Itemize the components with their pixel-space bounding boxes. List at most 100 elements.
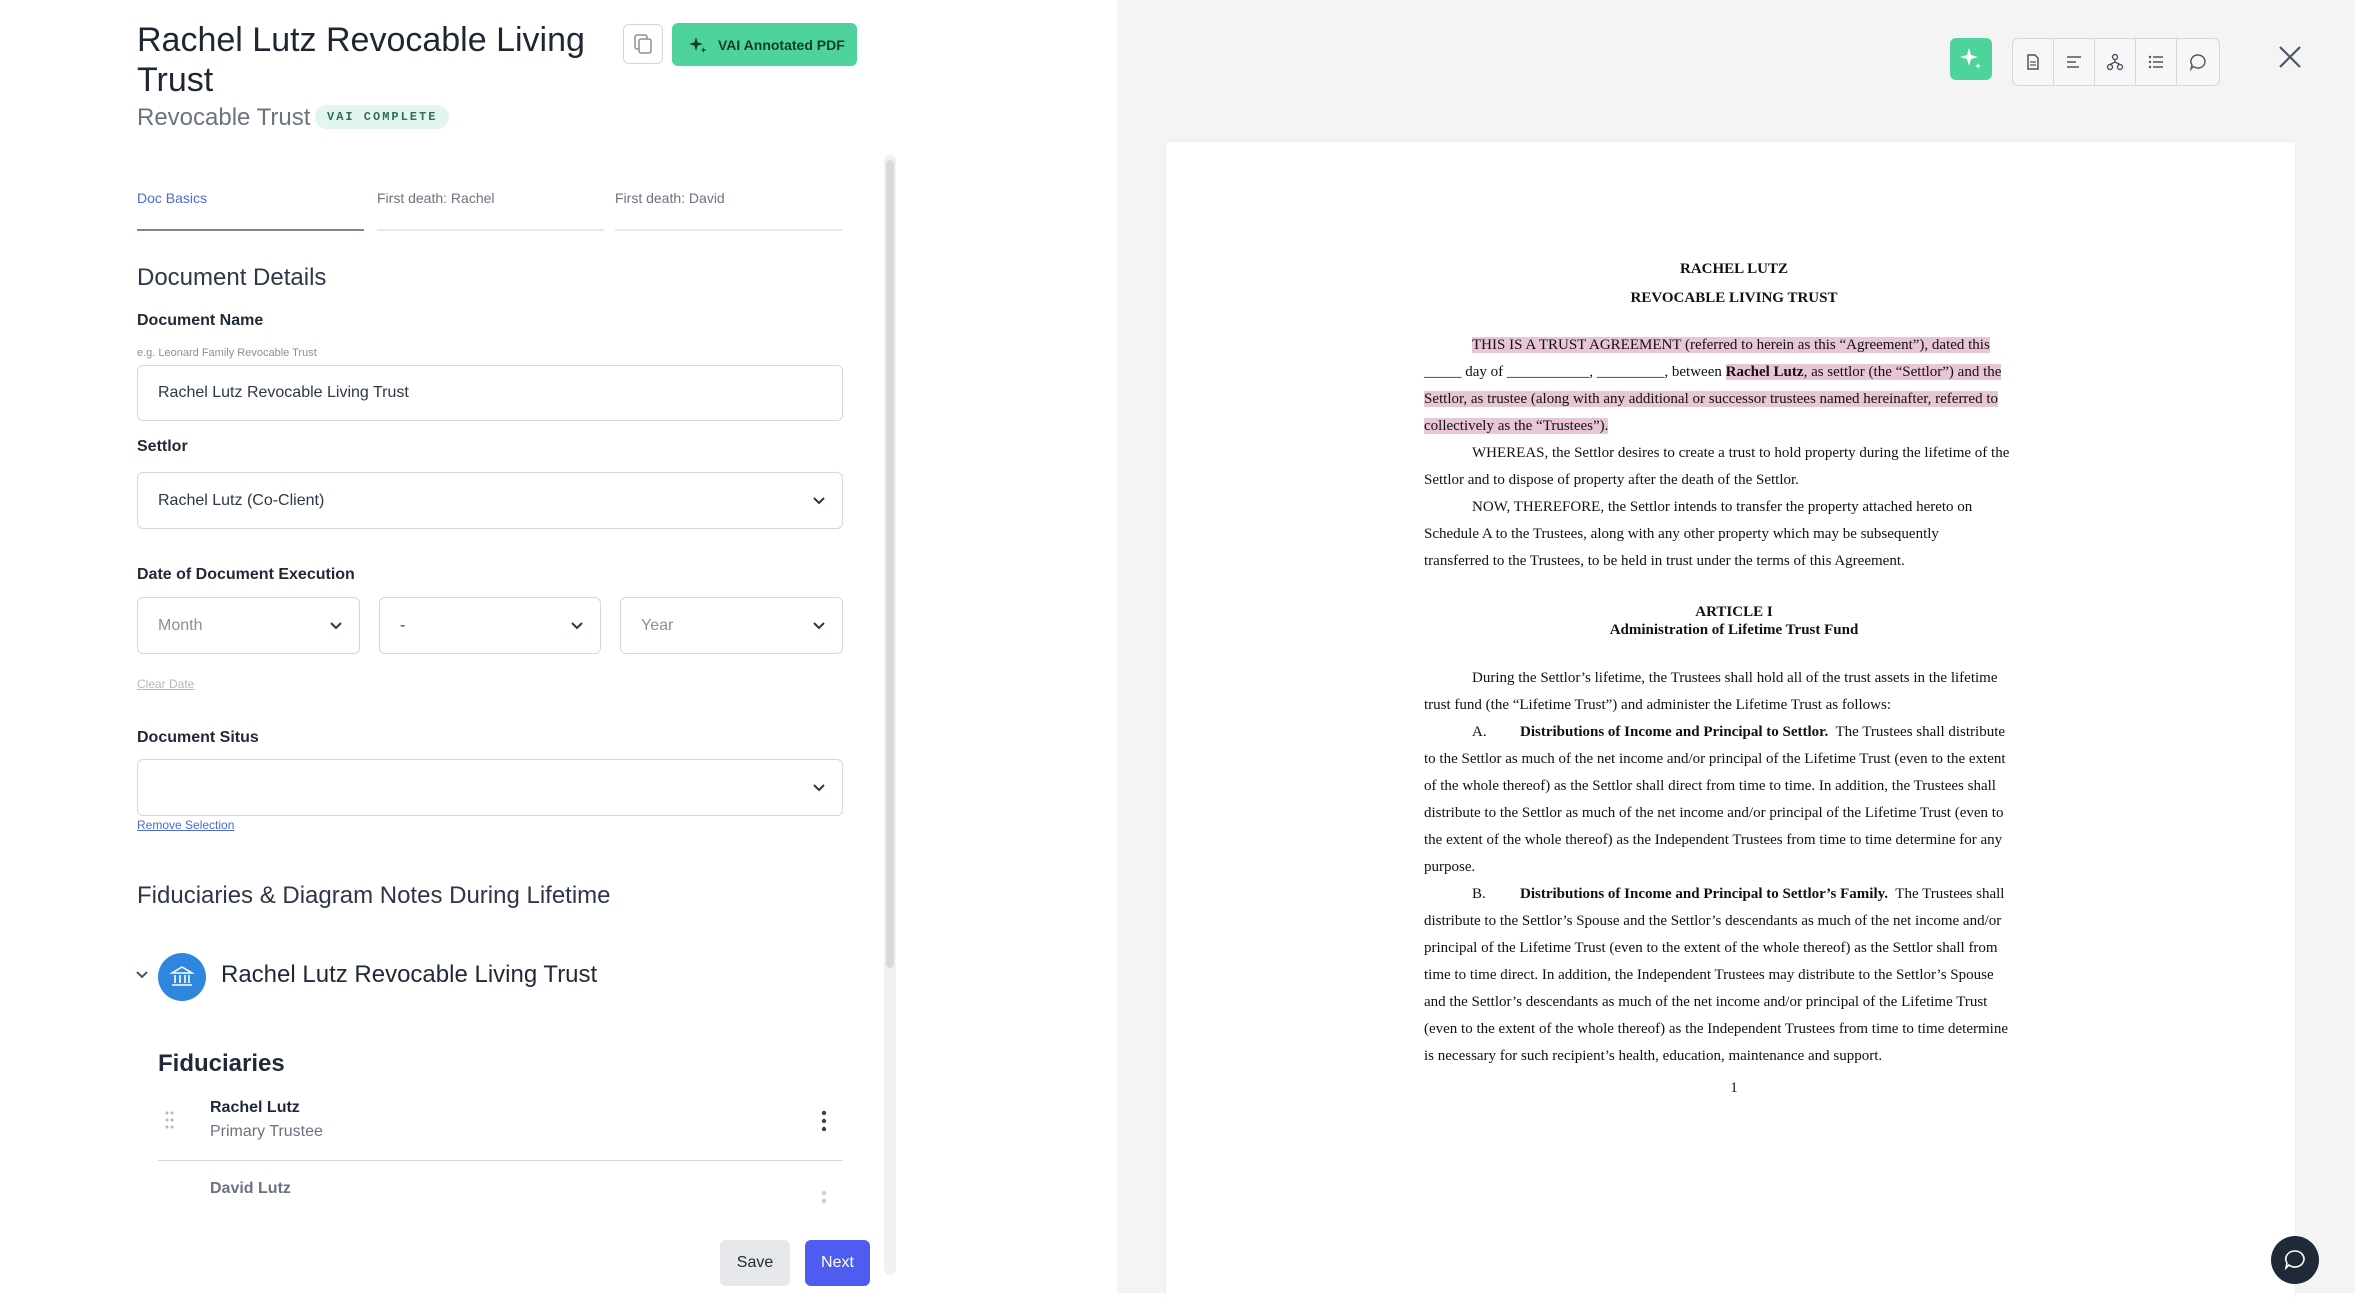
bank-icon	[169, 966, 195, 986]
month-value: Month	[158, 616, 203, 634]
tab-underline	[377, 229, 604, 231]
doc-line: is necessary for such recipient’s health…	[1424, 1048, 1883, 1064]
doc-paragraph-lifetime: During the Settlor’s lifetime, the Trust…	[1424, 665, 2044, 719]
settlor-select[interactable]: Rachel Lutz (Co-Client)	[137, 472, 843, 529]
fiduciary-name: David Lutz	[210, 1180, 291, 1197]
doc-article-title: Administration of Lifetime Trust Fund	[1609, 622, 1859, 638]
doc-line: , as settlor (the “Settlor”) and the	[1803, 364, 2002, 380]
doc-article-heading: ARTICLE I	[1695, 604, 1773, 620]
year-value: Year	[641, 616, 674, 634]
divider	[158, 1160, 843, 1161]
doc-paragraph-b: B. Distributions of Income and Principal …	[1424, 881, 2044, 1070]
list-icon	[2148, 55, 2163, 69]
next-button[interactable]: Next	[805, 1240, 870, 1286]
align-left-icon	[2067, 56, 2081, 68]
doc-line: The Trustees shall	[1895, 886, 2005, 902]
doc-line: distribute to the Settlor’s Spouse and t…	[1424, 913, 2002, 929]
doc-paragraph-whereas: WHEREAS, the Settlor desires to create a…	[1424, 440, 2044, 494]
doc-paragraph-therefore: NOW, THEREFORE, the Settlor intends to t…	[1424, 494, 2044, 575]
copy-button[interactable]	[623, 24, 663, 64]
doc-marker: A.	[1472, 724, 1487, 740]
doc-line: trust fund (the “Lifetime Trust”) and ad…	[1424, 697, 1892, 713]
year-select[interactable]: Year	[620, 597, 843, 654]
trust-form-panel: Rachel Lutz Revocable Living Trust Revoc…	[0, 0, 1117, 1293]
status-badge: VAI COMPLETE	[315, 105, 450, 129]
doc-paragraph-intro: THIS IS A TRUST AGREEMENT (referred to h…	[1424, 332, 2044, 440]
settlor-name-highlight: Rachel Lutz	[1725, 364, 1804, 380]
kebab-menu-icon[interactable]	[820, 1190, 828, 1204]
document-view-button[interactable]	[2013, 39, 2054, 85]
pdf-page: RACHEL LUTZ REVOCABLE LIVING TRUST THIS …	[1166, 142, 2295, 1302]
day-select[interactable]: -	[379, 597, 601, 654]
doc-line: distribute to the Settlor as much of the…	[1424, 805, 2004, 821]
trust-avatar	[158, 953, 206, 1001]
drag-handle-icon[interactable]	[163, 1108, 179, 1132]
diagram-view-button[interactable]	[2095, 39, 2136, 85]
fiduciary-role: Primary Trustee	[210, 1123, 323, 1140]
month-select[interactable]: Month	[137, 597, 360, 654]
doc-line: of the whole thereof) as the Settlor sha…	[1424, 778, 1996, 794]
doc-line: Settlor, as trustee (along with any addi…	[1424, 391, 1999, 407]
document-icon	[2027, 54, 2039, 70]
list-view-button[interactable]	[2136, 39, 2177, 85]
fiduciaries-heading: Fiduciaries	[158, 1050, 285, 1077]
doc-line: NOW, THEREFORE, the Settlor intends to t…	[1472, 499, 1973, 515]
viewer-toolbar	[2012, 38, 2220, 86]
chevron-down-icon	[813, 496, 825, 504]
date-label: Date of Document Execution	[137, 566, 355, 583]
doc-line: and the Settlor’s descendants as much of…	[1424, 994, 1988, 1010]
doc-title-line1: RACHEL LUTZ	[1680, 261, 1788, 277]
doc-line: Settlor and to dispose of property after…	[1424, 472, 1799, 488]
situs-select[interactable]	[137, 759, 843, 816]
tab-first-death-david[interactable]: First death: David	[615, 190, 725, 206]
vai-button-label: VAI Annotated PDF	[718, 36, 845, 53]
doc-line: THIS IS A TRUST AGREEMENT (referred to h…	[1472, 337, 1990, 353]
document-name-input[interactable]: Rachel Lutz Revocable Living Trust	[137, 365, 843, 421]
vai-sparkle-button[interactable]	[1950, 38, 1992, 80]
doc-line: WHEREAS, the Settlor desires to create a…	[1472, 445, 2010, 461]
chat-icon	[2284, 1250, 2305, 1271]
doc-line: collectively as the “Trustees”).	[1424, 418, 1609, 434]
hierarchy-icon	[2106, 53, 2124, 71]
settlor-value: Rachel Lutz (Co-Client)	[158, 491, 325, 509]
chevron-down-icon	[813, 783, 825, 791]
remove-selection-link[interactable]: Remove Selection	[137, 818, 234, 832]
doc-line: purpose.	[1424, 859, 1476, 875]
doc-line: principal of the Lifetime Trust (even to…	[1424, 940, 1998, 956]
kebab-menu-icon[interactable]	[820, 1110, 828, 1132]
collapse-chevron-icon[interactable]	[134, 969, 150, 981]
tab-doc-basics[interactable]: Doc Basics	[137, 190, 207, 206]
doc-title-line2: REVOCABLE LIVING TRUST	[1630, 290, 1838, 306]
fiduciary-name: Rachel Lutz	[210, 1099, 300, 1116]
doc-line: to the Settlor as much of the net income…	[1424, 751, 2006, 767]
section-heading-document-details: Document Details	[137, 264, 327, 291]
save-button[interactable]: Save	[720, 1240, 790, 1286]
page-subtitle: Revocable Trust	[137, 104, 311, 131]
text-view-button[interactable]	[2054, 39, 2095, 85]
doc-line: transferred to the Trustees, to be held …	[1424, 553, 1905, 569]
vai-annotated-pdf-button[interactable]: VAI Annotated PDF	[672, 23, 857, 66]
document-name-help: e.g. Leonard Family Revocable Trust	[137, 347, 317, 359]
scrollbar-thumb[interactable]	[886, 160, 894, 968]
document-name-label: Document Name	[137, 312, 264, 329]
doc-marker: B.	[1472, 886, 1486, 902]
day-value: -	[400, 616, 406, 634]
doc-line: (even to the extent of the whole thereof…	[1424, 1021, 2008, 1037]
chat-button[interactable]	[2271, 1236, 2319, 1284]
chevron-down-icon	[330, 621, 342, 629]
clear-date-link[interactable]: Clear Date	[137, 677, 194, 691]
sparkle-icon	[689, 36, 707, 53]
tab-first-death-rachel[interactable]: First death: Rachel	[377, 190, 495, 206]
trust-name: Rachel Lutz Revocable Living Trust	[221, 961, 598, 988]
page-title: Rachel Lutz Revocable Living Trust	[137, 21, 585, 99]
sparkle-icon	[1960, 48, 1981, 69]
doc-paragraph-a: A. Distributions of Income and Principal …	[1424, 719, 2044, 881]
comments-button[interactable]	[2177, 39, 2218, 85]
settlor-label: Settlor	[137, 438, 188, 455]
copy-icon	[634, 34, 652, 54]
doc-line: The Trustees shall distribute	[1835, 724, 2006, 740]
section-heading-fiduciaries: Fiduciaries & Diagram Notes During Lifet…	[137, 882, 611, 909]
close-icon[interactable]	[2275, 42, 2305, 72]
chevron-down-icon	[571, 621, 583, 629]
chevron-down-icon	[813, 621, 825, 629]
